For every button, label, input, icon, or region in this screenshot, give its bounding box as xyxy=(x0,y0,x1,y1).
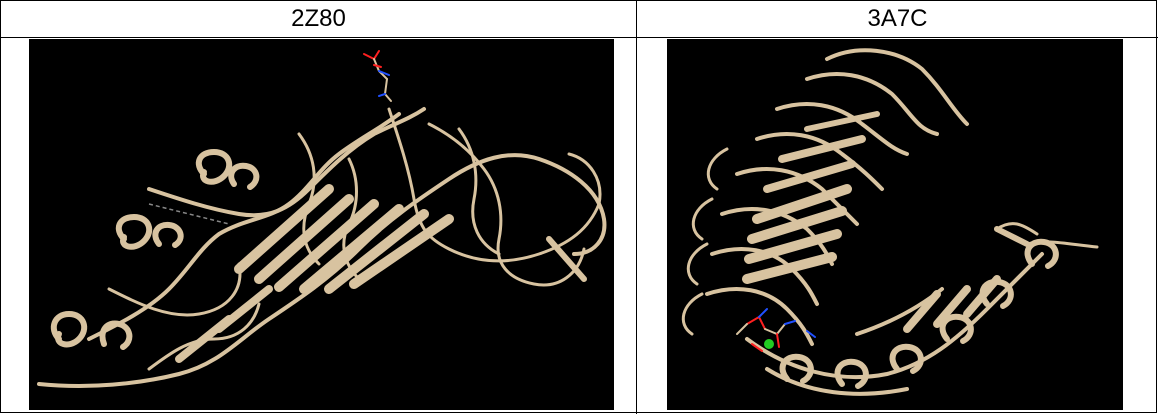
header-divider xyxy=(1,37,1158,38)
column-divider xyxy=(636,1,637,414)
ribbon-render-2z80 xyxy=(37,50,607,388)
metal-ion-icon xyxy=(764,339,774,349)
structure-image-2z80 xyxy=(29,39,614,410)
structure-image-3a7c xyxy=(667,39,1123,410)
ribbon-render-3a7c xyxy=(681,48,1099,396)
header-2z80: 2Z80 xyxy=(291,5,346,32)
header-3a7c: 3A7C xyxy=(867,5,928,32)
